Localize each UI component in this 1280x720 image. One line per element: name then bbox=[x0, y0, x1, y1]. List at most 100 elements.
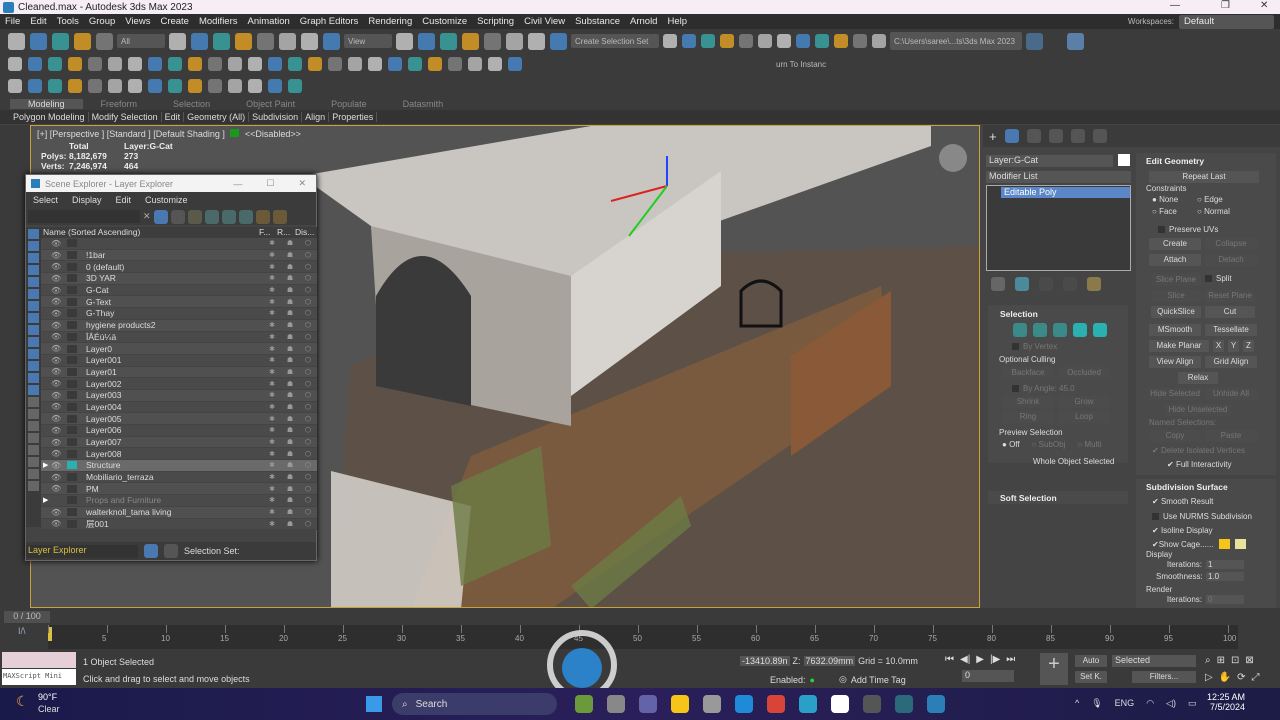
renderable-icon[interactable]: ☗ bbox=[281, 239, 299, 247]
menu-animation[interactable]: Animation bbox=[243, 16, 295, 27]
layer-name[interactable]: !1bar bbox=[77, 250, 263, 260]
relax-button[interactable]: Relax bbox=[1178, 372, 1218, 384]
display-box-icon[interactable]: ⬡ bbox=[299, 286, 317, 294]
drop-icon[interactable] bbox=[308, 57, 322, 71]
renderable-icon[interactable]: ☗ bbox=[281, 263, 299, 271]
layer-name[interactable]: Props and Furniture bbox=[77, 495, 263, 505]
renderable-icon[interactable]: ☗ bbox=[281, 380, 299, 388]
renderable-icon[interactable]: ☗ bbox=[281, 274, 299, 282]
workspaces-dropdown[interactable]: Default bbox=[1179, 14, 1274, 29]
material-icon[interactable] bbox=[468, 57, 482, 71]
visibility-eye-icon[interactable]: 👁 bbox=[51, 251, 61, 260]
renderable-icon[interactable]: ☗ bbox=[281, 485, 299, 493]
visibility-eye-icon[interactable]: 👁 bbox=[51, 309, 61, 318]
select-layer-icon[interactable] bbox=[255, 209, 270, 224]
edit-geometry-title[interactable]: Edit Geometry bbox=[1136, 153, 1276, 166]
3dsmax-icon[interactable] bbox=[927, 695, 945, 713]
auto-key-button[interactable]: Auto bbox=[1075, 655, 1107, 667]
render-frame-icon[interactable] bbox=[834, 34, 848, 48]
material-editor-icon[interactable] bbox=[796, 34, 810, 48]
ribbon-icon[interactable] bbox=[739, 34, 753, 48]
app2-icon[interactable] bbox=[799, 695, 817, 713]
ribbon-panel-polygon-modeling[interactable]: Polygon Modeling bbox=[10, 112, 89, 122]
visibility-eye-icon[interactable]: 👁 bbox=[51, 461, 61, 470]
display-box-icon[interactable]: ⬡ bbox=[299, 403, 317, 411]
forest-icon[interactable] bbox=[248, 79, 262, 93]
explorer-filter-icon[interactable] bbox=[28, 289, 39, 299]
layer-name[interactable]: Layer003 bbox=[77, 390, 263, 400]
menu-group[interactable]: Group bbox=[84, 16, 120, 27]
visibility-eye-icon[interactable]: 👁 bbox=[51, 274, 61, 283]
freeze-icon[interactable]: ✱ bbox=[263, 450, 281, 458]
remove-modifier-icon[interactable] bbox=[1063, 277, 1077, 291]
language-indicator[interactable]: ENG bbox=[1115, 698, 1135, 709]
prop-icon[interactable] bbox=[348, 57, 362, 71]
menu-modifiers[interactable]: Modifiers bbox=[194, 16, 243, 27]
layer-name[interactable]: 层001 bbox=[77, 518, 263, 530]
visibility-eye-icon[interactable]: 👁 bbox=[51, 473, 61, 482]
cage-color-swatch[interactable] bbox=[1219, 539, 1231, 549]
teapot-icon[interactable] bbox=[8, 57, 22, 71]
go-to-end-icon[interactable]: ⏭ bbox=[1006, 654, 1015, 665]
globe-icon[interactable] bbox=[208, 79, 222, 93]
previous-frame-icon[interactable]: ◀| bbox=[960, 654, 970, 665]
renderable-icon[interactable]: ☗ bbox=[281, 298, 299, 306]
column-freeze[interactable]: F... bbox=[259, 227, 277, 238]
menu-arnold[interactable]: Arnold bbox=[625, 16, 662, 27]
layers-icon[interactable] bbox=[238, 209, 253, 224]
planar-z-button[interactable]: Z bbox=[1243, 340, 1254, 352]
spinner-snap-icon[interactable] bbox=[528, 32, 545, 50]
z-coordinate[interactable]: 7632.09mm bbox=[803, 656, 856, 666]
use-nurms-checkbox[interactable]: Use NURMS Subdivision bbox=[1152, 512, 1276, 521]
smooth-result-checkbox[interactable]: ✔ Smooth Result bbox=[1152, 497, 1276, 506]
freeze-icon[interactable]: ✱ bbox=[263, 520, 281, 528]
renderable-icon[interactable]: ☗ bbox=[281, 321, 299, 329]
play-icon[interactable]: ▶ bbox=[976, 654, 984, 665]
visibility-eye-icon[interactable]: 👁 bbox=[51, 414, 61, 423]
freeze-icon[interactable]: ✱ bbox=[263, 380, 281, 388]
geo-icon[interactable] bbox=[188, 57, 202, 71]
selection-rollout-title[interactable]: Selection bbox=[988, 305, 1128, 319]
tessellate-button[interactable]: Tessellate bbox=[1205, 324, 1257, 336]
edge-icon[interactable] bbox=[1033, 323, 1047, 337]
cut-button[interactable]: Cut bbox=[1205, 306, 1255, 318]
start-button[interactable] bbox=[366, 696, 382, 712]
notes-icon[interactable] bbox=[268, 79, 282, 93]
freeze-icon[interactable]: ✱ bbox=[263, 263, 281, 271]
dots-icon[interactable] bbox=[428, 57, 442, 71]
freeze-icon[interactable]: ✱ bbox=[263, 239, 281, 247]
viewport-label[interactable]: [+] [Perspective ] [Standard ] [Default … bbox=[37, 129, 301, 139]
hierarchy-tab-icon[interactable] bbox=[1026, 129, 1041, 143]
layer-row[interactable]: 👁 3D YAR ✱ ☗ ⬡ bbox=[41, 273, 317, 285]
camera-icon[interactable] bbox=[88, 57, 102, 71]
display-box-icon[interactable]: ⬡ bbox=[299, 298, 317, 306]
layer-name[interactable]: Layer005 bbox=[77, 414, 263, 424]
unlink-icon[interactable] bbox=[74, 32, 91, 50]
slice-button[interactable]: Slice bbox=[1151, 290, 1201, 302]
slice-plane-button[interactable]: Slice Plane bbox=[1151, 274, 1201, 286]
display-box-icon[interactable]: ⬡ bbox=[299, 345, 317, 353]
display-box-icon[interactable]: ⬡ bbox=[299, 309, 317, 317]
explorer-menu-select[interactable]: Select bbox=[26, 195, 65, 205]
element-icon[interactable] bbox=[1093, 323, 1107, 337]
visibility-eye-icon[interactable]: 👁 bbox=[51, 391, 61, 400]
named-selection-dropdown[interactable]: Create Selection Set bbox=[571, 34, 659, 48]
by-angle-checkbox[interactable]: By Angle: 45.0 bbox=[1012, 384, 1128, 393]
viewport-menu-label[interactable]: [+] [Perspective ] [Standard ] [Default … bbox=[37, 129, 225, 139]
fov-icon[interactable]: ▷ bbox=[1205, 672, 1213, 683]
layer-row[interactable]: 👁 Layer003 ✱ ☗ ⬡ bbox=[41, 389, 317, 402]
rect-selection-icon[interactable] bbox=[213, 32, 230, 50]
layer-name[interactable]: Mobiliario_terraza bbox=[77, 472, 263, 482]
zoom-extents-all-icon[interactable]: ⊠ bbox=[1245, 655, 1253, 666]
new-layer-icon[interactable] bbox=[187, 209, 202, 224]
ribbon-tab-freeform[interactable]: Freeform bbox=[83, 99, 156, 109]
select-by-name-icon[interactable] bbox=[191, 32, 208, 50]
preview-multi-radio[interactable]: ○ Multi bbox=[1077, 440, 1101, 449]
menu-civil-view[interactable]: Civil View bbox=[519, 16, 570, 27]
explorer-filter-icon[interactable] bbox=[28, 445, 39, 455]
sun-icon[interactable] bbox=[248, 57, 262, 71]
undo-icon[interactable] bbox=[8, 32, 25, 50]
freeze-icon[interactable]: ✱ bbox=[263, 403, 281, 411]
redo-icon[interactable] bbox=[30, 32, 47, 50]
backface-button[interactable]: Backface bbox=[1002, 367, 1054, 379]
